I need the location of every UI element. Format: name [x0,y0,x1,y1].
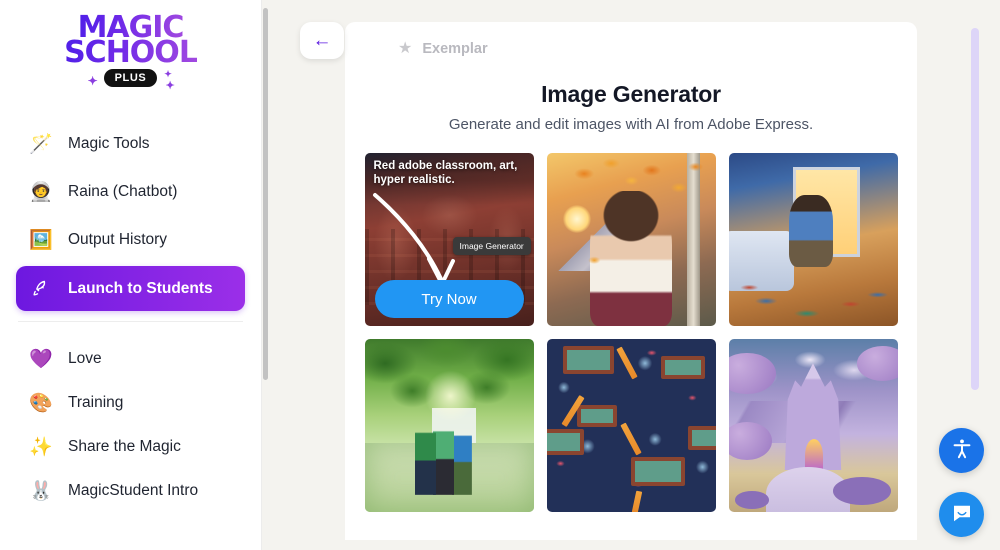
bush-art [833,477,891,506]
easel-icon: 🎨 [29,393,53,414]
students-figures-art [415,422,487,495]
image-generator-tooltip: Image Generator [452,237,531,255]
star-icon: ★ [398,39,413,57]
sidebar-divider [18,321,243,322]
sidebar-item-label: Share the Magic [68,438,181,455]
example-card-students-walking-path[interactable] [364,339,534,512]
page-title: Image Generator [541,81,721,107]
example-card-boy-jumping-bedroom[interactable] [728,153,898,326]
example-card-red-adobe-classroom[interactable]: Red adobe classroom, art, hyper realisti… [364,153,534,326]
sidebar-item-label: Raina (Chatbot) [68,183,178,200]
sidebar-item-love[interactable]: 💜 Love [16,338,245,380]
chat-bubble-icon [950,501,974,528]
sidebar-item-output-history[interactable]: 🖼️ Output History [16,218,245,262]
magic-wand-icon: 🪄 [29,134,53,155]
sparkle-icon: ✦ [87,74,99,89]
back-arrow-icon: ← [312,30,332,51]
example-card-purple-castle-school[interactable] [728,339,898,512]
rocket-icon [26,274,56,304]
bush-art [735,491,770,509]
sidebar: MAGIC SCHOOL ✦ PLUS ✦ ✦ 🪄 Magic Tools 🧑‍… [0,0,262,550]
chat-launcher-button[interactable] [939,492,984,537]
brand-logo[interactable]: MAGIC SCHOOL ✦ PLUS ✦ ✦ [0,0,261,110]
sidebar-item-label: Love [68,350,102,367]
sidebar-item-share-the-magic[interactable]: ✨ Share the Magic [16,426,245,468]
chalkboard-art [631,456,686,487]
tool-panel: ★ Exemplar Image Generator Generate and … [345,22,917,540]
sidebar-item-label: Magic Tools [68,135,150,152]
history-icon: 🖼️ [29,230,53,251]
sidebar-nav-primary: 🪄 Magic Tools 🧑‍🚀 Raina (Chatbot) 🖼️ Out… [0,110,261,311]
sparkle-icon: ✦ [165,80,176,93]
sidebar-item-magic-tools[interactable]: 🪄 Magic Tools [16,122,245,166]
accessibility-button[interactable] [939,428,984,473]
chalkboard-art [661,356,706,379]
sparkles-icon: ✨ [29,437,53,458]
sidebar-item-label: MagicStudent Intro [68,482,199,499]
try-now-button[interactable]: Try Now [374,280,524,318]
title-block: Image Generator Generate and edit images… [345,62,917,133]
sidebar-item-label: Training [68,394,124,411]
sidebar-nav-secondary: 💜 Love 🎨 Training ✨ Share the Magic 🐰 Ma… [0,328,261,512]
sidebar-item-raina-chatbot[interactable]: 🧑‍🚀 Raina (Chatbot) [16,170,245,214]
example-image-grid: Red adobe classroom, art, hyper realisti… [345,133,917,512]
page-subtitle: Generate and edit images with AI from Ad… [448,116,814,133]
sidebar-item-launch-to-students[interactable]: Launch to Students [16,266,245,311]
accessibility-icon [950,437,974,464]
chalkboard-art [688,425,716,450]
sidebar-scrollbar[interactable] [263,8,268,380]
scattered-books-art [728,274,898,326]
sidebar-item-training[interactable]: 🎨 Training [16,382,245,424]
plus-badge-label: PLUS [114,72,147,85]
heart-icon: 💜 [29,349,53,370]
chalkboard-art [576,404,618,428]
sidebar-item-label: Launch to Students [68,279,213,297]
sunlight-glow-art [425,370,477,423]
app-root: MAGIC SCHOOL ✦ PLUS ✦ ✦ 🪄 Magic Tools 🧑‍… [0,0,1000,550]
main-content: ← ★ Exemplar Image Generator Generate an… [262,0,1000,550]
sidebar-item-magicstudent-intro[interactable]: 🐰 MagicStudent Intro [16,470,245,512]
plus-badge: ✦ PLUS ✦ ✦ [88,69,175,92]
exemplar-label: Exemplar [422,40,488,57]
example-card-autumn-portrait-woman[interactable] [546,153,716,326]
chalkboard-art [563,345,615,374]
chatbot-avatar-icon: 🧑‍🚀 [29,182,53,203]
purple-tree-art [856,345,898,381]
logo-line-2: SCHOOL [64,34,198,70]
example-card-school-supplies-pattern[interactable] [546,339,716,512]
sidebar-item-label: Output History [68,231,168,248]
rabbit-icon: 🐰 [29,481,53,502]
main-scrollbar[interactable] [971,28,979,390]
panel-header: ★ Exemplar [345,22,917,62]
autumn-leaves-art [546,153,716,326]
chalkboard-art [546,428,584,455]
boy-figure-art [789,194,834,268]
back-button[interactable]: ← [300,22,344,59]
